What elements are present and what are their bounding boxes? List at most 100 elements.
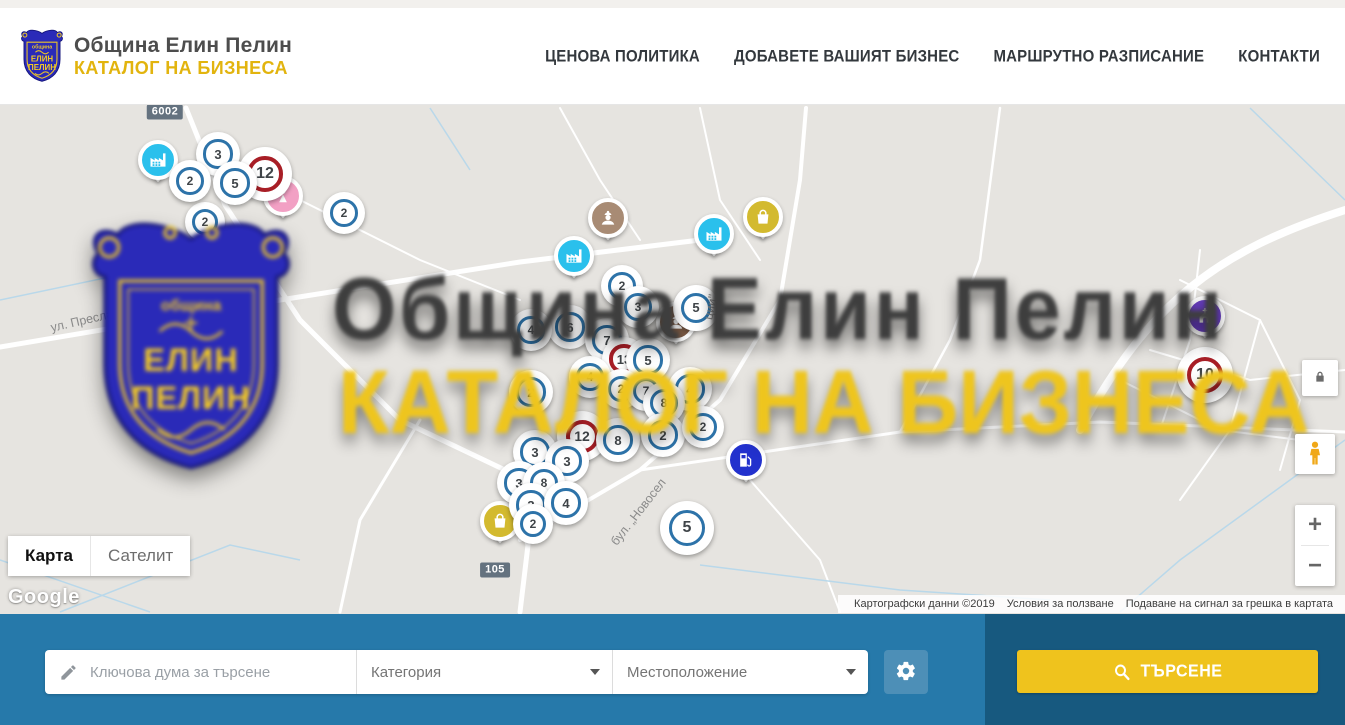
cluster-count: 2 <box>530 517 537 531</box>
cluster-count: 3 <box>635 300 642 314</box>
cluster-count: 12 <box>256 165 274 183</box>
cluster-count: 2 <box>202 215 209 229</box>
fuel-pin[interactable] <box>726 440 766 480</box>
cluster-ring: 2 <box>516 377 545 406</box>
cluster-count: 2 <box>618 382 625 396</box>
cluster-ring: 2 <box>648 420 677 449</box>
svg-text:ЕЛИН: ЕЛИН <box>31 55 54 64</box>
cluster-marker[interactable]: 2 <box>513 504 553 544</box>
cluster-marker[interactable]: 2 <box>323 192 365 234</box>
cluster-count: 2 <box>341 206 348 220</box>
cluster-ring: 10 <box>1187 357 1224 394</box>
cluster-count: 5 <box>231 176 238 191</box>
nav-item[interactable]: ЦЕНОВА ПОЛИТИКА <box>545 46 700 65</box>
cluster-count: 3 <box>214 147 221 162</box>
factory-icon <box>554 236 594 276</box>
cluster-marker[interactable]: 2 <box>509 370 553 414</box>
cluster-ring: 4 <box>576 363 604 391</box>
cluster-count: 2 <box>527 385 534 400</box>
cluster-ring: 2 <box>176 167 204 195</box>
cluster-count: 8 <box>614 433 621 448</box>
cluster-count: 4 <box>587 370 594 384</box>
worker-icon <box>588 198 628 238</box>
bag-pin[interactable] <box>743 197 783 237</box>
cluster-ring: 5 <box>220 168 249 197</box>
cluster-marker[interactable]: 4 <box>510 309 552 351</box>
brand-text: Община Елин Пелин КАТАЛОГ НА БИЗНЕСА <box>74 34 292 79</box>
search-icon <box>1113 662 1131 681</box>
google-logo[interactable]: Google <box>8 586 80 609</box>
pegman-icon <box>1304 440 1326 469</box>
cluster-count: 5 <box>692 300 699 315</box>
map-type-satellite-button[interactable]: Сателит <box>90 536 190 576</box>
cluster-marker[interactable]: 2 <box>185 202 225 242</box>
keyword-field[interactable] <box>45 650 356 694</box>
cluster-count: 2 <box>659 428 666 443</box>
location-select[interactable]: Местоположение <box>612 650 868 694</box>
fuel-icon <box>726 440 766 480</box>
gear-icon <box>895 660 917 685</box>
street-view-pegman-button[interactable] <box>1295 434 1335 474</box>
factory-pin[interactable] <box>554 236 594 276</box>
cluster-count: 6 <box>566 320 573 335</box>
cluster-count: 4 <box>562 496 569 511</box>
cluster-ring: 4 <box>551 488 580 517</box>
zoom-in-button[interactable]: + <box>1295 505 1335 545</box>
search-button[interactable]: ТЪРСЕНЕ <box>1017 650 1318 693</box>
cluster-marker[interactable]: 2 <box>169 160 211 202</box>
report-error-link[interactable]: Подаване на сигнал за грешка в картата <box>1120 598 1339 610</box>
cluster-marker[interactable]: 3 <box>617 286 659 328</box>
search-button-label: ТЪРСЕНЕ <box>1141 662 1223 681</box>
advanced-settings-button[interactable] <box>884 650 928 694</box>
road-number-shield: 105 <box>480 563 510 578</box>
svg-text:ПЕЛИН: ПЕЛИН <box>28 63 56 72</box>
factory-icon <box>694 214 734 254</box>
site-subtitle: КАТАЛОГ НА БИЗНЕСА <box>74 58 292 79</box>
cluster-marker[interactable]: 5 <box>660 501 714 555</box>
zoom-control: + − <box>1295 505 1335 586</box>
cluster-count: 5 <box>644 353 651 368</box>
search-form: Категория Местоположение <box>45 650 868 694</box>
map-type-map-button[interactable]: Карта <box>8 536 90 576</box>
map-attribution: Картографски данни ©2019 Условия за полз… <box>838 595 1345 613</box>
zoom-out-button[interactable]: − <box>1295 546 1335 586</box>
cluster-count: 2 <box>700 420 707 434</box>
bag-icon <box>743 197 783 237</box>
church-icon <box>1185 296 1225 336</box>
nav-item[interactable]: ДОБАВЕТЕ ВАШИЯТ БИЗНЕС <box>734 46 959 65</box>
nav-item[interactable]: МАРШРУТНО РАЗПИСАНИЕ <box>993 46 1204 65</box>
municipality-logo-icon: община ЕЛИН ПЕЛИН <box>20 27 64 85</box>
lock-icon <box>1312 369 1328 388</box>
main-nav: ЦЕНОВА ПОЛИТИКА ДОБАВЕТЕ ВАШИЯТ БИЗНЕС МАР… <box>545 8 1320 104</box>
nav-item[interactable]: КОНТАКТИ <box>1238 46 1320 65</box>
category-select-label: Категория <box>371 664 441 681</box>
location-select-label: Местоположение <box>627 664 747 681</box>
cluster-count: 4 <box>528 323 535 337</box>
factory-pin[interactable] <box>694 214 734 254</box>
cluster-count: 5 <box>683 519 692 537</box>
cluster-ring: 2 <box>192 209 218 235</box>
worker-pin[interactable] <box>588 198 628 238</box>
cluster-marker[interactable]: 2 <box>682 406 724 448</box>
chevron-down-icon <box>846 669 856 675</box>
cluster-count: 10 <box>1196 366 1214 384</box>
pencil-icon <box>59 663 78 682</box>
cluster-marker[interactable]: 5 <box>213 161 257 205</box>
category-select[interactable]: Категория <box>356 650 612 694</box>
cluster-marker[interactable]: 10 <box>1177 347 1233 403</box>
lock-button[interactable] <box>1302 360 1338 396</box>
cluster-marker[interactable]: 8 <box>596 418 640 462</box>
cluster-ring: 2 <box>520 511 546 537</box>
svg-text:община: община <box>32 44 52 51</box>
cluster-count: 4 <box>686 382 693 397</box>
site-header: община ЕЛИН ПЕЛИН Община Елин Пелин КАТА… <box>0 8 1345 105</box>
terms-link[interactable]: Условия за ползване <box>1001 598 1120 610</box>
keyword-input[interactable] <box>88 663 332 682</box>
cluster-marker[interactable]: 2 <box>641 413 685 457</box>
church-pin[interactable] <box>1185 296 1225 336</box>
map-copyright: Картографски данни ©2019 <box>848 598 1001 610</box>
road-number-shield: 6002 <box>147 105 183 120</box>
cluster-ring: 8 <box>603 425 632 454</box>
cluster-ring: 2 <box>330 199 358 227</box>
brand-logo-link[interactable]: община ЕЛИН ПЕЛИН Община Елин Пелин КАТА… <box>20 27 292 85</box>
